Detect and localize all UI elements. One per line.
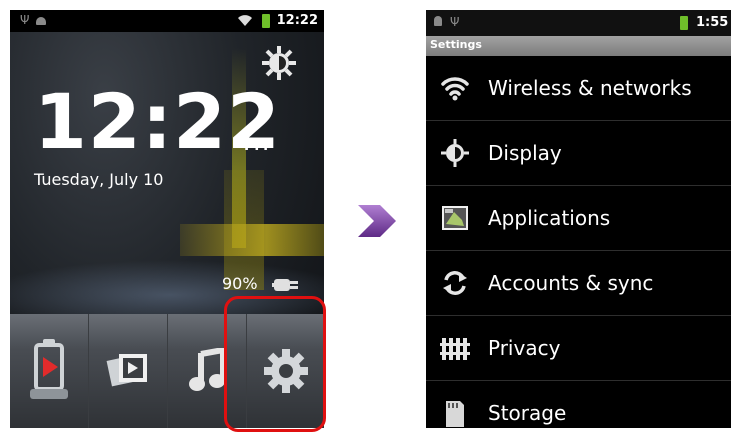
wifi-icon (441, 77, 469, 101)
usb-icon: Ψ (20, 13, 30, 27)
settings-item-accounts-sync[interactable]: Accounts & sync (426, 251, 731, 316)
phone-icon (30, 339, 68, 399)
battery-icon (680, 16, 688, 30)
settings-item-label: Applications (488, 206, 611, 230)
music-note-icon (189, 348, 226, 391)
status-bar: Ψ 12:22 (10, 10, 324, 32)
brightness-icon (441, 139, 469, 167)
applications-icon (442, 206, 468, 230)
settings-highlight-box (224, 296, 326, 432)
gallery-app[interactable] (89, 314, 168, 428)
android-icon (434, 16, 442, 26)
android-icon (36, 17, 46, 25)
dialer-app[interactable] (10, 314, 89, 428)
status-time: 12:22 (276, 13, 318, 28)
settings-item-label: Display (488, 141, 562, 165)
settings-item-label: Accounts & sync (488, 271, 654, 295)
settings-item-applications[interactable]: Applications (426, 186, 731, 251)
brightness-icon[interactable] (262, 46, 296, 80)
settings-item-storage[interactable]: Storage (426, 381, 731, 428)
clock-date: Tuesday, July 10 (34, 170, 164, 189)
usb-icon: Ψ (450, 15, 460, 29)
settings-item-label: Storage (488, 401, 567, 425)
privacy-icon (440, 338, 470, 360)
settings-screen: Ψ 1:55 Settings Wireless & networks Disp… (426, 10, 731, 428)
status-bar: Ψ 1:55 (426, 10, 731, 36)
title-bar: Settings (426, 36, 731, 56)
next-step-arrow-icon (358, 205, 396, 237)
settings-item-wireless[interactable]: Wireless & networks (426, 56, 731, 121)
settings-item-label: Wireless & networks (488, 76, 692, 100)
status-time: 1:55 (696, 15, 729, 30)
settings-list: Wireless & networks Display Applications (426, 56, 731, 428)
sd-card-icon (446, 401, 464, 427)
settings-item-display[interactable]: Display (426, 121, 731, 186)
battery-percent: 90% (222, 274, 258, 293)
battery-icon (262, 14, 270, 28)
clock-ampm: PM (244, 138, 269, 154)
wallpaper-beam (180, 224, 324, 256)
wifi-icon (238, 15, 252, 26)
charging-plug-icon (272, 279, 298, 291)
settings-item-privacy[interactable]: Privacy (426, 316, 731, 381)
sync-icon (443, 271, 467, 295)
settings-item-label: Privacy (488, 336, 561, 360)
gallery-icon (106, 354, 147, 387)
page-title: Settings (430, 38, 482, 51)
